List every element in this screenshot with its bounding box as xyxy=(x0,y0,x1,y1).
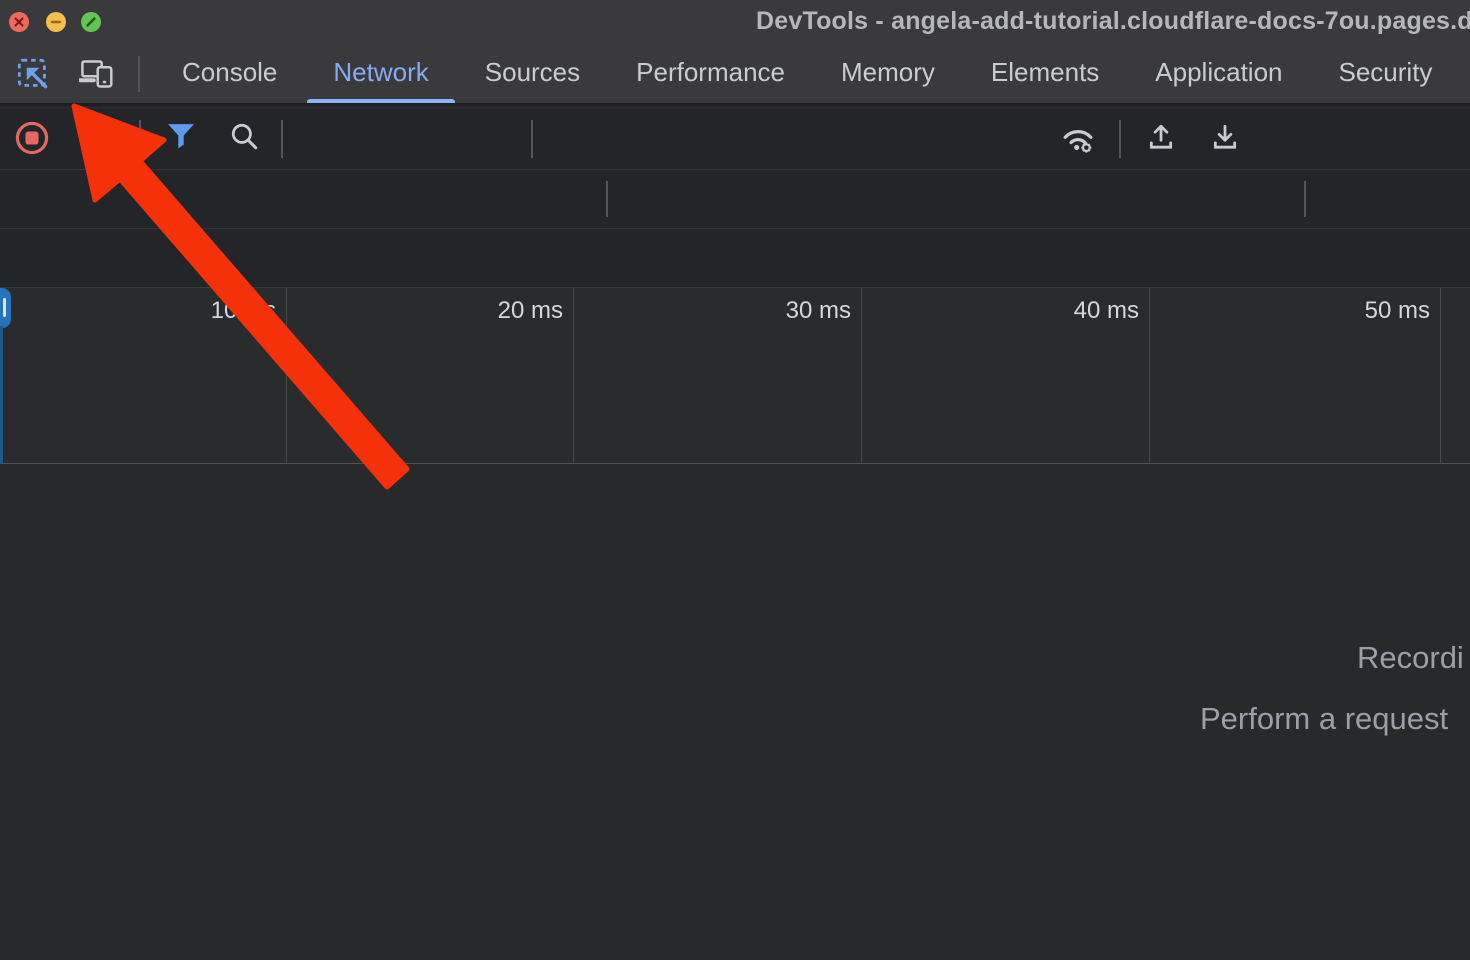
window-title: DevTools - angela-add-tutorial.cloudflar… xyxy=(756,7,1470,36)
timeline-gridline xyxy=(1149,288,1150,463)
filter-toggle-icon[interactable] xyxy=(167,122,195,150)
devtools-tabbar: Console Network Sources Performance Memo… xyxy=(0,42,1470,106)
clear-network-log-icon[interactable] xyxy=(80,121,112,153)
tabbar-separator xyxy=(138,56,140,92)
export-har-icon[interactable] xyxy=(1210,122,1240,152)
tab-network[interactable]: Network xyxy=(305,42,456,103)
panel-tabs: Console Network Sources Performance Memo… xyxy=(154,42,1460,103)
overview-window-left-edge xyxy=(0,326,3,464)
toggle-device-toolbar-icon[interactable] xyxy=(79,58,111,90)
toolbar-separator xyxy=(139,120,141,158)
import-har-icon[interactable] xyxy=(1146,122,1176,152)
network-options-bar: Blocked requests 3rd-party requests xyxy=(0,229,1470,288)
toolbar-separator xyxy=(1119,120,1121,158)
toolbar-separator xyxy=(281,120,283,158)
record-network-log-icon[interactable] xyxy=(15,121,49,155)
timeline-tick-10ms: 10 ms xyxy=(146,297,276,325)
zoom-window-icon[interactable] xyxy=(81,12,101,32)
tab-performance[interactable]: Performance xyxy=(608,42,813,103)
minimize-window-icon[interactable] xyxy=(46,12,66,32)
network-toolbar: Preserve log Disable cache No throttling xyxy=(0,109,1470,170)
tab-security[interactable]: Security xyxy=(1311,42,1461,103)
tab-application[interactable]: Application xyxy=(1127,42,1310,103)
window-titlebar: DevTools - angela-add-tutorial.cloudflar… xyxy=(0,0,1470,42)
overview-window-left-handle[interactable] xyxy=(0,288,11,328)
tab-elements[interactable]: Elements xyxy=(963,42,1127,103)
network-conditions-icon[interactable] xyxy=(1060,120,1096,156)
timeline-tick-40ms: 40 ms xyxy=(1009,297,1139,325)
timeline-tick-30ms: 30 ms xyxy=(721,297,851,325)
empty-state-perform-request-text: Perform a request xyxy=(1200,701,1448,737)
inspect-element-icon[interactable] xyxy=(17,58,49,90)
timeline-gridline xyxy=(573,288,574,463)
timeline-gridline xyxy=(861,288,862,463)
tab-sources[interactable]: Sources xyxy=(457,42,608,103)
toolbar-separator xyxy=(531,120,533,158)
tab-memory[interactable]: Memory xyxy=(813,42,963,103)
network-overview-timeline[interactable]: 10 ms 20 ms 30 ms 40 ms 50 ms xyxy=(0,288,1470,464)
network-filter-bar: Invert Hide data URLs Hide extension URL… xyxy=(0,170,1470,229)
filter-separator xyxy=(1304,181,1306,217)
close-window-icon[interactable] xyxy=(9,12,29,32)
search-icon[interactable] xyxy=(229,121,259,151)
timeline-gridline xyxy=(1440,288,1441,463)
tab-console[interactable]: Console xyxy=(154,42,305,103)
timeline-gridline xyxy=(286,288,287,463)
empty-state-recording-text: Recordi xyxy=(1357,640,1464,676)
timeline-tick-50ms: 50 ms xyxy=(1300,297,1430,325)
filter-separator xyxy=(606,181,608,217)
timeline-tick-20ms: 20 ms xyxy=(433,297,563,325)
